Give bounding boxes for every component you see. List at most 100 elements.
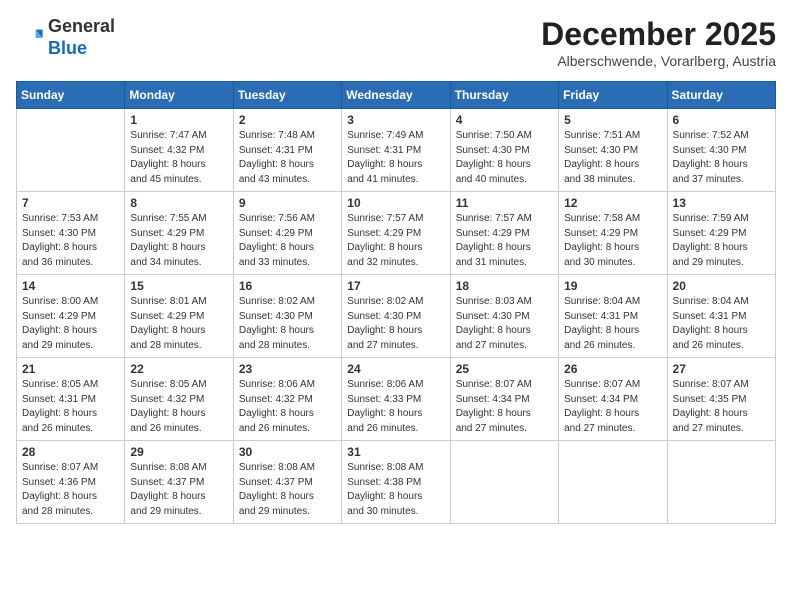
day-number: 8	[130, 196, 227, 210]
day-info: Sunrise: 8:00 AMSunset: 4:29 PMDaylight:…	[22, 295, 119, 353]
day-info: Sunrise: 8:05 AMSunset: 4:31 PMDaylight:…	[22, 378, 119, 436]
day-info: Sunrise: 8:07 AMSunset: 4:36 PMDaylight:…	[22, 461, 119, 519]
logo-text: General Blue	[48, 16, 115, 59]
day-number: 16	[239, 279, 336, 293]
day-number: 29	[130, 445, 227, 459]
day-info: Sunrise: 8:04 AMSunset: 4:31 PMDaylight:…	[564, 295, 661, 353]
day-number: 20	[673, 279, 770, 293]
day-info: Sunrise: 7:52 AMSunset: 4:30 PMDaylight:…	[673, 129, 770, 187]
day-cell: 23Sunrise: 8:06 AMSunset: 4:32 PMDayligh…	[233, 358, 341, 441]
day-info: Sunrise: 7:50 AMSunset: 4:30 PMDaylight:…	[456, 129, 553, 187]
day-number: 10	[347, 196, 444, 210]
day-cell: 26 Sunrise: 8:07 AMSunset: 4:34 PMDayligh…	[559, 358, 667, 441]
week-row-5: 28 Sunrise: 8:07 AMSunset: 4:36 PMDayligh…	[17, 441, 776, 524]
day-cell	[17, 109, 125, 192]
day-cell: 9Sunrise: 7:56 AMSunset: 4:29 PMDaylight…	[233, 192, 341, 275]
calendar-table: SundayMondayTuesdayWednesdayThursdayFrid…	[16, 81, 776, 524]
day-info: Sunrise: 7:53 AMSunset: 4:30 PMDaylight:…	[22, 212, 119, 270]
day-info: Sunrise: 8:06 AMSunset: 4:33 PMDaylight:…	[347, 378, 444, 436]
day-info: Sunrise: 7:47 AMSunset: 4:32 PMDaylight:…	[130, 129, 227, 187]
day-number: 21	[22, 362, 119, 376]
day-cell	[667, 441, 775, 524]
day-info: Sunrise: 8:08 AMSunset: 4:37 PMDaylight:…	[239, 461, 336, 519]
day-info: Sunrise: 8:07 AMSunset: 4:34 PMDaylight:…	[456, 378, 553, 436]
day-info: Sunrise: 8:01 AMSunset: 4:29 PMDaylight:…	[130, 295, 227, 353]
logo: General Blue	[16, 16, 115, 59]
day-cell: 15 Sunrise: 8:01 AMSunset: 4:29 PMDayligh…	[125, 275, 233, 358]
day-info: Sunrise: 8:06 AMSunset: 4:32 PMDaylight:…	[239, 378, 336, 436]
day-number: 17	[347, 279, 444, 293]
day-cell: 20 Sunrise: 8:04 AMSunset: 4:31 PMDayligh…	[667, 275, 775, 358]
day-cell: 22 Sunrise: 8:05 AMSunset: 4:32 PMDayligh…	[125, 358, 233, 441]
day-number: 15	[130, 279, 227, 293]
day-cell: 4 Sunrise: 7:50 AMSunset: 4:30 PMDaylight…	[450, 109, 558, 192]
day-number: 1	[130, 113, 227, 127]
week-row-2: 7 Sunrise: 7:53 AMSunset: 4:30 PMDaylight…	[17, 192, 776, 275]
day-number: 7	[22, 196, 119, 210]
day-info: Sunrise: 8:07 AMSunset: 4:34 PMDaylight:…	[564, 378, 661, 436]
day-info: Sunrise: 8:05 AMSunset: 4:32 PMDaylight:…	[130, 378, 227, 436]
day-number: 9	[239, 196, 336, 210]
weekday-header-tuesday: Tuesday	[233, 82, 341, 109]
day-cell: 27 Sunrise: 8:07 AMSunset: 4:35 PMDayligh…	[667, 358, 775, 441]
calendar-body: 1 Sunrise: 7:47 AMSunset: 4:32 PMDaylight…	[17, 109, 776, 524]
week-row-4: 21 Sunrise: 8:05 AMSunset: 4:31 PMDayligh…	[17, 358, 776, 441]
location-subtitle: Alberschwende, Vorarlberg, Austria	[541, 53, 776, 69]
day-number: 18	[456, 279, 553, 293]
day-info: Sunrise: 8:07 AMSunset: 4:35 PMDaylight:…	[673, 378, 770, 436]
day-cell: 21 Sunrise: 8:05 AMSunset: 4:31 PMDayligh…	[17, 358, 125, 441]
day-info: Sunrise: 8:02 AMSunset: 4:30 PMDaylight:…	[347, 295, 444, 353]
day-info: Sunrise: 8:08 AMSunset: 4:38 PMDaylight:…	[347, 461, 444, 519]
day-cell	[450, 441, 558, 524]
calendar-header: SundayMondayTuesdayWednesdayThursdayFrid…	[17, 82, 776, 109]
day-cell: 5 Sunrise: 7:51 AMSunset: 4:30 PMDaylight…	[559, 109, 667, 192]
day-cell: 17 Sunrise: 8:02 AMSunset: 4:30 PMDayligh…	[342, 275, 450, 358]
day-number: 19	[564, 279, 661, 293]
day-cell: 24 Sunrise: 8:06 AMSunset: 4:33 PMDayligh…	[342, 358, 450, 441]
day-cell: 29Sunrise: 8:08 AMSunset: 4:37 PMDayligh…	[125, 441, 233, 524]
logo-icon	[16, 24, 44, 52]
day-info: Sunrise: 7:58 AMSunset: 4:29 PMDaylight:…	[564, 212, 661, 270]
day-number: 2	[239, 113, 336, 127]
day-info: Sunrise: 7:57 AMSunset: 4:29 PMDaylight:…	[456, 212, 553, 270]
day-cell: 16Sunrise: 8:02 AMSunset: 4:30 PMDayligh…	[233, 275, 341, 358]
day-cell: 31Sunrise: 8:08 AMSunset: 4:38 PMDayligh…	[342, 441, 450, 524]
day-number: 27	[673, 362, 770, 376]
weekday-header-friday: Friday	[559, 82, 667, 109]
day-number: 5	[564, 113, 661, 127]
day-info: Sunrise: 7:51 AMSunset: 4:30 PMDaylight:…	[564, 129, 661, 187]
day-number: 4	[456, 113, 553, 127]
day-info: Sunrise: 7:59 AMSunset: 4:29 PMDaylight:…	[673, 212, 770, 270]
day-cell: 25Sunrise: 8:07 AMSunset: 4:34 PMDayligh…	[450, 358, 558, 441]
day-cell: 11 Sunrise: 7:57 AMSunset: 4:29 PMDayligh…	[450, 192, 558, 275]
day-info: Sunrise: 8:03 AMSunset: 4:30 PMDaylight:…	[456, 295, 553, 353]
day-cell: 18 Sunrise: 8:03 AMSunset: 4:30 PMDayligh…	[450, 275, 558, 358]
day-info: Sunrise: 8:04 AMSunset: 4:31 PMDaylight:…	[673, 295, 770, 353]
day-number: 6	[673, 113, 770, 127]
month-title: December 2025	[541, 16, 776, 53]
day-number: 12	[564, 196, 661, 210]
day-number: 24	[347, 362, 444, 376]
day-cell: 7 Sunrise: 7:53 AMSunset: 4:30 PMDaylight…	[17, 192, 125, 275]
weekday-header-saturday: Saturday	[667, 82, 775, 109]
day-cell	[559, 441, 667, 524]
weekday-row: SundayMondayTuesdayWednesdayThursdayFrid…	[17, 82, 776, 109]
logo-general: General	[48, 16, 115, 36]
day-cell: 14Sunrise: 8:00 AMSunset: 4:29 PMDayligh…	[17, 275, 125, 358]
week-row-1: 1 Sunrise: 7:47 AMSunset: 4:32 PMDaylight…	[17, 109, 776, 192]
day-info: Sunrise: 7:48 AMSunset: 4:31 PMDaylight:…	[239, 129, 336, 187]
day-cell: 8Sunrise: 7:55 AMSunset: 4:29 PMDaylight…	[125, 192, 233, 275]
day-cell: 6 Sunrise: 7:52 AMSunset: 4:30 PMDaylight…	[667, 109, 775, 192]
day-cell: 3Sunrise: 7:49 AMSunset: 4:31 PMDaylight…	[342, 109, 450, 192]
day-number: 26	[564, 362, 661, 376]
day-cell: 28 Sunrise: 8:07 AMSunset: 4:36 PMDayligh…	[17, 441, 125, 524]
day-number: 28	[22, 445, 119, 459]
day-info: Sunrise: 7:57 AMSunset: 4:29 PMDaylight:…	[347, 212, 444, 270]
week-row-3: 14Sunrise: 8:00 AMSunset: 4:29 PMDayligh…	[17, 275, 776, 358]
day-number: 30	[239, 445, 336, 459]
weekday-header-wednesday: Wednesday	[342, 82, 450, 109]
logo-blue: Blue	[48, 38, 87, 58]
day-cell: 2 Sunrise: 7:48 AMSunset: 4:31 PMDaylight…	[233, 109, 341, 192]
day-number: 22	[130, 362, 227, 376]
day-number: 11	[456, 196, 553, 210]
